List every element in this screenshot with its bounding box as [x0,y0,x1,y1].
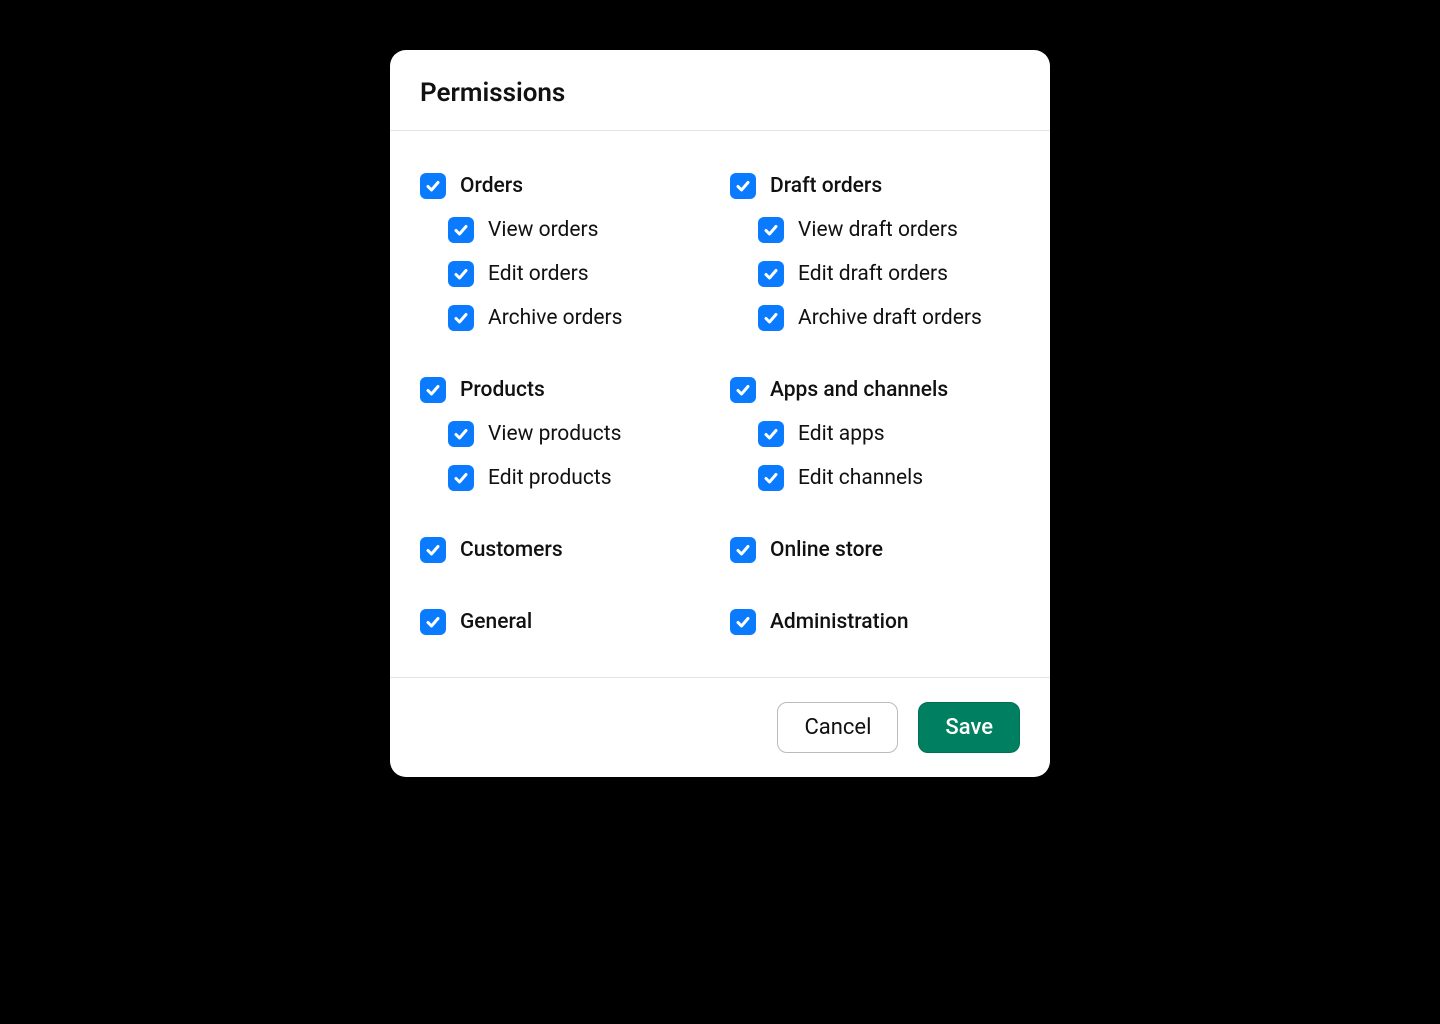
checkbox-edit-apps[interactable] [758,421,784,447]
checkbox-edit-draft-orders[interactable] [758,261,784,287]
checkbox-apps-channels[interactable] [730,377,756,403]
check-icon [735,614,751,630]
cancel-button[interactable]: Cancel [777,702,898,753]
check-icon [425,614,441,630]
checkbox-archive-orders[interactable] [448,305,474,331]
perm-children-apps-channels: Edit apps Edit channels [730,419,1020,493]
perm-row-edit-channels: Edit channels [758,463,1020,493]
perm-label: Draft orders [770,174,882,198]
perm-row-archive-draft-orders: Archive draft orders [758,303,1020,333]
check-icon [453,266,469,282]
perm-group-apps-channels: Apps and channels Edit apps Edit channel… [730,375,1020,493]
check-icon [453,470,469,486]
perm-sublabel: Archive orders [488,306,623,330]
checkbox-orders[interactable] [420,173,446,199]
check-icon [453,426,469,442]
check-icon [763,426,779,442]
perm-row-view-draft-orders: View draft orders [758,215,1020,245]
perm-sublabel: Edit channels [798,466,923,490]
modal-body: Orders View orders Edit orders [390,131,1050,677]
checkbox-general[interactable] [420,609,446,635]
permissions-modal: Permissions Orders View orders [390,50,1050,777]
perm-row-customers: Customers [420,535,710,565]
perm-group-customers: Customers [420,535,710,565]
perm-sublabel: View products [488,422,621,446]
perm-sublabel: Edit apps [798,422,885,446]
perm-group-general: General [420,607,710,637]
check-icon [735,382,751,398]
perm-row-general: General [420,607,710,637]
modal-title: Permissions [420,78,1020,108]
perm-row-edit-draft-orders: Edit draft orders [758,259,1020,289]
checkbox-view-orders[interactable] [448,217,474,243]
perm-group-products: Products View products Edit products [420,375,710,493]
check-icon [735,542,751,558]
perm-label: Online store [770,538,883,562]
perm-label: Administration [770,610,909,634]
check-icon [763,266,779,282]
checkbox-administration[interactable] [730,609,756,635]
checkbox-edit-orders[interactable] [448,261,474,287]
perm-group-orders: Orders View orders Edit orders [420,171,710,333]
perm-sublabel: Edit draft orders [798,262,948,286]
perm-row-edit-orders: Edit orders [448,259,710,289]
perm-row-orders: Orders [420,171,710,201]
checkbox-view-draft-orders[interactable] [758,217,784,243]
perm-label: Products [460,378,545,402]
check-icon [763,310,779,326]
check-icon [763,470,779,486]
perm-children-draft-orders: View draft orders Edit draft orders Arch… [730,215,1020,333]
perm-sublabel: View orders [488,218,598,242]
perm-sublabel: Archive draft orders [798,306,982,330]
checkbox-view-products[interactable] [448,421,474,447]
perm-sublabel: Edit orders [488,262,589,286]
perm-row-administration: Administration [730,607,1020,637]
checkbox-archive-draft-orders[interactable] [758,305,784,331]
checkbox-draft-orders[interactable] [730,173,756,199]
check-icon [763,222,779,238]
modal-footer: Cancel Save [390,677,1050,777]
perm-label: Apps and channels [770,378,948,402]
perm-row-apps-channels: Apps and channels [730,375,1020,405]
perm-row-online-store: Online store [730,535,1020,565]
check-icon [425,178,441,194]
perm-label: Orders [460,174,523,198]
perm-row-products: Products [420,375,710,405]
perm-label: General [460,610,532,634]
perm-row-edit-apps: Edit apps [758,419,1020,449]
perm-group-administration: Administration [730,607,1020,637]
save-button[interactable]: Save [918,702,1020,753]
perm-children-orders: View orders Edit orders Archive orders [420,215,710,333]
check-icon [425,542,441,558]
check-icon [735,178,751,194]
checkbox-edit-products[interactable] [448,465,474,491]
checkbox-products[interactable] [420,377,446,403]
perm-row-view-products: View products [448,419,710,449]
perm-label: Customers [460,538,563,562]
perm-sublabel: Edit products [488,466,612,490]
perm-group-online-store: Online store [730,535,1020,565]
check-icon [453,310,469,326]
perm-sublabel: View draft orders [798,218,958,242]
perm-row-view-orders: View orders [448,215,710,245]
check-icon [453,222,469,238]
perm-row-archive-orders: Archive orders [448,303,710,333]
checkbox-customers[interactable] [420,537,446,563]
perm-row-edit-products: Edit products [448,463,710,493]
perm-row-draft-orders: Draft orders [730,171,1020,201]
check-icon [425,382,441,398]
checkbox-online-store[interactable] [730,537,756,563]
perm-children-products: View products Edit products [420,419,710,493]
modal-header: Permissions [390,50,1050,131]
checkbox-edit-channels[interactable] [758,465,784,491]
perm-group-draft-orders: Draft orders View draft orders Edit draf… [730,171,1020,333]
